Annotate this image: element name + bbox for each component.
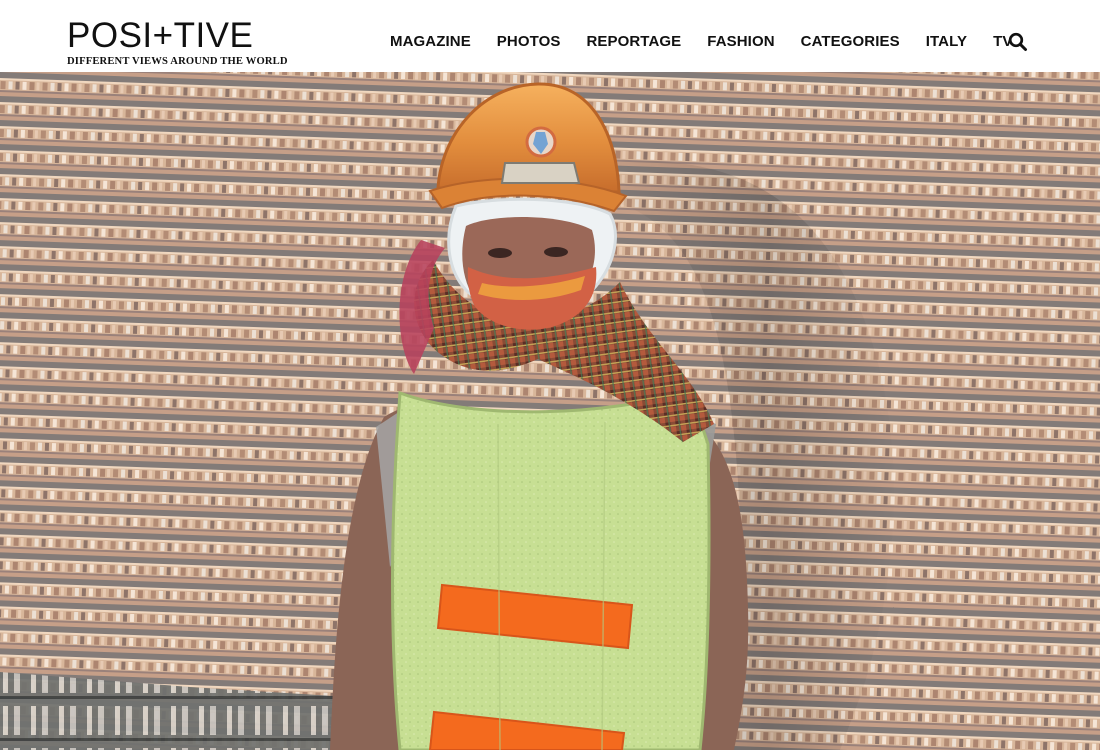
helmet-strap-clip <box>500 162 581 184</box>
nav-item-photos[interactable]: PHOTOS <box>497 32 561 52</box>
site-logo[interactable]: POSI+TIVE DIFFERENT VIEWS AROUND THE WOR… <box>67 18 289 68</box>
page: POSI+TIVE DIFFERENT VIEWS AROUND THE WOR… <box>0 0 1100 750</box>
search-icon <box>1008 32 1027 51</box>
site-header: POSI+TIVE DIFFERENT VIEWS AROUND THE WOR… <box>0 0 1100 72</box>
search-button[interactable] <box>1005 29 1031 55</box>
hero-photo <box>0 72 1100 750</box>
safety-vest <box>391 388 711 750</box>
nav-item-categories[interactable]: CATEGORIES <box>801 32 900 52</box>
nav-item-magazine[interactable]: MAGAZINE <box>390 32 471 52</box>
nav-item-fashion[interactable]: FASHION <box>707 32 774 52</box>
main-navigation: MAGAZINE PHOTOS REPORTAGE FASHION CATEGO… <box>390 31 1012 53</box>
right-eye <box>544 247 568 257</box>
left-eye <box>488 248 512 258</box>
nav-item-reportage[interactable]: REPORTAGE <box>586 32 681 52</box>
worker-portrait-photo <box>0 72 1100 750</box>
nav-item-italy[interactable]: ITALY <box>926 32 967 52</box>
brand-name: POSI+TIVE <box>67 16 254 55</box>
site-tagline: DIFFERENT VIEWS AROUND THE WORLD <box>67 56 288 67</box>
